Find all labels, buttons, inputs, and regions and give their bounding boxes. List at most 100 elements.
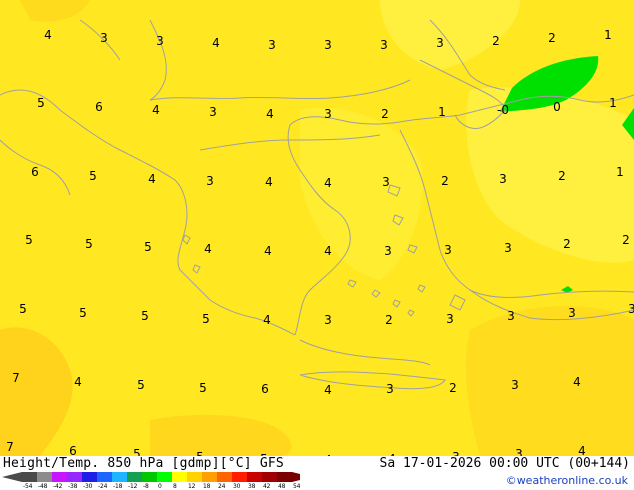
colorbar-segment xyxy=(202,472,217,482)
colorbar-tick-label: -8 xyxy=(143,483,149,490)
colorbar-segment xyxy=(127,472,142,482)
temperature-label: 4 xyxy=(74,375,82,389)
colorbar-segment xyxy=(67,472,82,482)
colorbar-segment xyxy=(157,472,172,482)
temperature-label: 2 xyxy=(441,174,449,188)
temperature-label: 1 xyxy=(438,105,446,119)
colorbar-tick-label: -12 xyxy=(128,483,138,490)
temperature-label: 3 xyxy=(568,306,576,320)
temperature-label: 3 xyxy=(386,382,394,396)
colorbar-tick-label: 54 xyxy=(293,483,301,490)
temperature-label: 1 xyxy=(604,28,612,42)
temperature-label: 5 xyxy=(141,309,149,323)
temperature-label: 3 xyxy=(324,107,332,121)
temperature-label: 2 xyxy=(558,169,566,183)
temperature-label: 3 xyxy=(444,243,452,257)
colorbar-tick-label: 48 xyxy=(278,483,286,490)
temperature-label: 1 xyxy=(616,165,624,179)
colorbar-segment xyxy=(142,472,157,482)
temperature-label: 7 xyxy=(12,371,20,385)
colorbar-tick-label: 38 xyxy=(248,483,256,490)
temperature-label: 4 xyxy=(204,242,212,256)
temperature-label: 0 xyxy=(553,100,561,114)
colorbar-tick-label: -48 xyxy=(38,483,48,490)
temperature-label: 4 xyxy=(263,313,271,327)
temperature-label: 3 xyxy=(511,378,519,392)
temperature-label: 5 xyxy=(25,233,33,247)
colorbar-segment xyxy=(217,472,232,482)
colorbar-tick-label: -30 xyxy=(83,483,93,490)
temperature-label: 4 xyxy=(148,172,156,186)
temperature-label: 3 xyxy=(507,309,515,323)
colorbar-segment xyxy=(112,472,127,482)
temperature-label: 4 xyxy=(212,36,220,50)
colorbar-tick-label: 42 xyxy=(263,483,271,490)
temperature-label: 2 xyxy=(563,237,571,251)
colorbar-segment xyxy=(52,472,67,482)
temperature-label: 2 xyxy=(622,233,630,247)
colorbar-tick-label: 18 xyxy=(203,483,211,490)
temperature-label: 4 xyxy=(573,375,581,389)
temperature-label: 1 xyxy=(609,96,617,110)
temperature-label: 7 xyxy=(6,440,14,454)
temperature-label: 4 xyxy=(324,383,332,397)
temperature-label: 3 xyxy=(384,244,392,258)
colorbar-tick-label: 12 xyxy=(188,483,196,490)
temperature-label: 4 xyxy=(44,28,52,42)
temperature-label: 5 xyxy=(144,240,152,254)
temperature-label: 4 xyxy=(265,175,273,189)
temperature-label: 4 xyxy=(324,176,332,190)
temperature-label: 4 xyxy=(324,244,332,258)
credit-link[interactable]: ©weatheronline.co.uk xyxy=(506,474,628,487)
temperature-label: 3 xyxy=(324,313,332,327)
temperature-label: 3 xyxy=(628,302,634,316)
colorbar-arrow-right xyxy=(292,472,300,482)
colorbar-tick-label: -38 xyxy=(68,483,78,490)
colorbar-segment xyxy=(37,472,52,482)
colorbar-segment xyxy=(232,472,247,482)
temperature-field-map: 4 3 3 4 3 3 3 3 2 2 1 5 6 4 3 4 3 2 1 -0 0 1 6 5 4 3 4 4 3 2 3 2 1 5 5 5 4 4 4… xyxy=(0,0,634,456)
colorbar-tick-label: -42 xyxy=(53,483,63,490)
colorbar-segment xyxy=(262,472,277,482)
map-title: Height/Temp. 850 hPa [gdmp][°C] GFS xyxy=(3,456,284,471)
temperature-label: 4 xyxy=(152,103,160,117)
temperature-label: 3 xyxy=(380,38,388,52)
temperature-label: 3 xyxy=(324,38,332,52)
colorbar-segment xyxy=(172,472,187,482)
temperature-label: 5 xyxy=(19,302,27,316)
temperature-label: 3 xyxy=(499,172,507,186)
colorbar-segment xyxy=(277,472,292,482)
colorbar-tick-label: -24 xyxy=(98,483,108,490)
temperature-label: 6 xyxy=(261,382,269,396)
colorbar-segment xyxy=(247,472,262,482)
map-footer: Height/Temp. 850 hPa [gdmp][°C] GFS Sa 1… xyxy=(0,456,634,490)
colorbar-arrow-left xyxy=(2,472,22,482)
temperature-label: 5 xyxy=(133,447,141,456)
colorbar-segment xyxy=(97,472,112,482)
temperature-label: 6 xyxy=(95,100,103,114)
temperature-label: 3 xyxy=(156,34,164,48)
temperature-label: 5 xyxy=(79,306,87,320)
temperature-label: 5 xyxy=(137,378,145,392)
temperature-label: 2 xyxy=(548,31,556,45)
temperature-label: 5 xyxy=(199,381,207,395)
temperature-label: 4 xyxy=(578,444,586,456)
temperature-label: 6 xyxy=(69,444,77,456)
colorbar-tick-label: 30 xyxy=(233,483,241,490)
temperature-label: 5 xyxy=(37,96,45,110)
temperature-label: 3 xyxy=(504,241,512,255)
temperature-label: 3 xyxy=(436,36,444,50)
temperature-label: 4 xyxy=(264,244,272,258)
temperature-label: 3 xyxy=(446,312,454,326)
temperature-label: 3 xyxy=(100,31,108,45)
temperature-label: 5 xyxy=(85,237,93,251)
colorbar-tick-label: -54 xyxy=(23,483,33,490)
temperature-label: 6 xyxy=(31,165,39,179)
colorbar-segment xyxy=(82,472,97,482)
temperature-label: 2 xyxy=(381,107,389,121)
colorbar-segment xyxy=(22,472,37,482)
valid-time: Sa 17-01-2026 00:00 UTC (00+144) xyxy=(379,456,630,471)
temperature-label: 2 xyxy=(385,313,393,327)
temperature-label: -0 xyxy=(497,103,509,117)
temperature-label: 5 xyxy=(89,169,97,183)
